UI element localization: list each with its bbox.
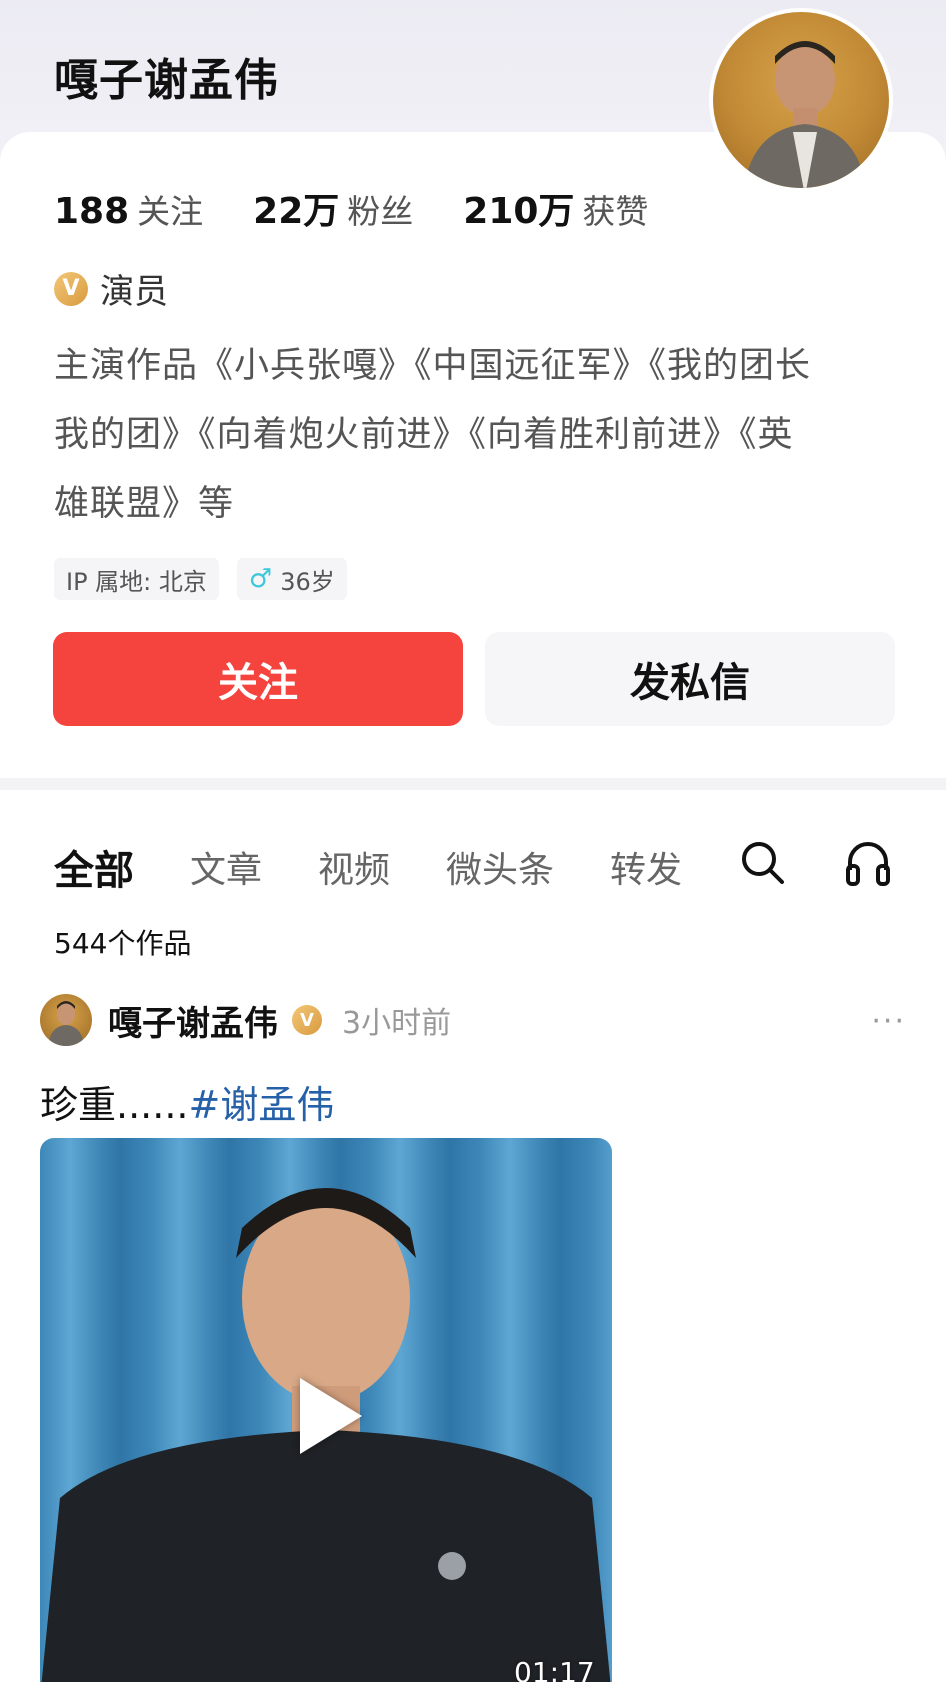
stat-label: 获赞 bbox=[582, 192, 649, 231]
tab-videos[interactable]: 视频 bbox=[318, 841, 390, 893]
video-thumbnail[interactable]: 01:17 bbox=[40, 1138, 612, 1682]
tag-label: 36岁 bbox=[280, 567, 335, 596]
post-body: 珍重...... bbox=[40, 1083, 189, 1127]
video-duration: 01:17 bbox=[514, 1656, 595, 1682]
tab-reposts[interactable]: 转发 bbox=[610, 841, 682, 893]
page-title: 嘎子谢孟伟 bbox=[54, 55, 279, 106]
ip-location-tag: IP 属地: 北京 bbox=[54, 558, 219, 600]
profile-bio: 主演作品《小兵张嘎》《中国远征军》《我的团长 我的团》《向着炮火前进》《向着胜利… bbox=[54, 332, 890, 539]
post-author-name[interactable]: 嘎子谢孟伟 bbox=[108, 996, 278, 1045]
hashtag-link[interactable]: #谢孟伟 bbox=[188, 1083, 334, 1127]
post-text: 珍重......#谢孟伟 bbox=[40, 1074, 334, 1129]
section-divider bbox=[0, 778, 946, 790]
post-header: 嘎子谢孟伟 V 3小时前 ··· bbox=[40, 994, 906, 1046]
tab-all[interactable]: 全部 bbox=[54, 838, 134, 896]
verified-icon: V bbox=[292, 1005, 322, 1035]
author-avatar[interactable] bbox=[40, 994, 92, 1046]
stat-number: 22万 bbox=[253, 191, 340, 232]
follow-button[interactable]: 关注 bbox=[53, 632, 463, 726]
stat-likes[interactable]: 210万 获赞 bbox=[463, 182, 648, 234]
stat-fans[interactable]: 22万 粉丝 bbox=[253, 182, 413, 234]
post-timestamp: 3小时前 bbox=[342, 1006, 452, 1041]
tab-articles[interactable]: 文章 bbox=[190, 841, 262, 893]
tag-label: IP 属地: 北京 bbox=[66, 567, 207, 596]
profile-stats: 188 关注 22万 粉丝 210万 获赞 bbox=[54, 182, 698, 234]
stat-number: 210万 bbox=[463, 191, 575, 232]
stat-number: 188 bbox=[54, 191, 130, 232]
message-button[interactable]: 发私信 bbox=[485, 632, 895, 726]
male-icon: ♂ bbox=[248, 564, 273, 594]
bio-line: 雄联盟》等 bbox=[54, 484, 235, 524]
works-count: 544个作品 bbox=[54, 927, 192, 960]
bio-line: 主演作品《小兵张嘎》《中国远征军》《我的团长 bbox=[54, 346, 812, 386]
verification-row: V 演员 bbox=[54, 264, 168, 313]
profile-avatar[interactable] bbox=[709, 8, 893, 192]
verified-icon: V bbox=[54, 271, 88, 306]
content-tabs: 全部 文章 视频 微头条 转发 bbox=[54, 838, 738, 896]
play-icon[interactable] bbox=[300, 1378, 362, 1454]
stat-following[interactable]: 188 关注 bbox=[54, 185, 203, 233]
search-icon[interactable] bbox=[738, 838, 786, 886]
profile-tags: IP 属地: 北京 ♂ 36岁 bbox=[54, 558, 365, 600]
more-options-icon[interactable]: ··· bbox=[871, 1004, 906, 1039]
bio-line: 我的团》《向着炮火前进》《向着胜利前进》《英 bbox=[54, 415, 794, 455]
age-tag: ♂ 36岁 bbox=[236, 558, 347, 600]
headphones-icon[interactable] bbox=[844, 838, 892, 888]
stat-label: 粉丝 bbox=[347, 192, 414, 231]
verification-label: 演员 bbox=[100, 272, 168, 312]
stat-label: 关注 bbox=[137, 192, 204, 231]
tab-micro-posts[interactable]: 微头条 bbox=[446, 841, 554, 893]
